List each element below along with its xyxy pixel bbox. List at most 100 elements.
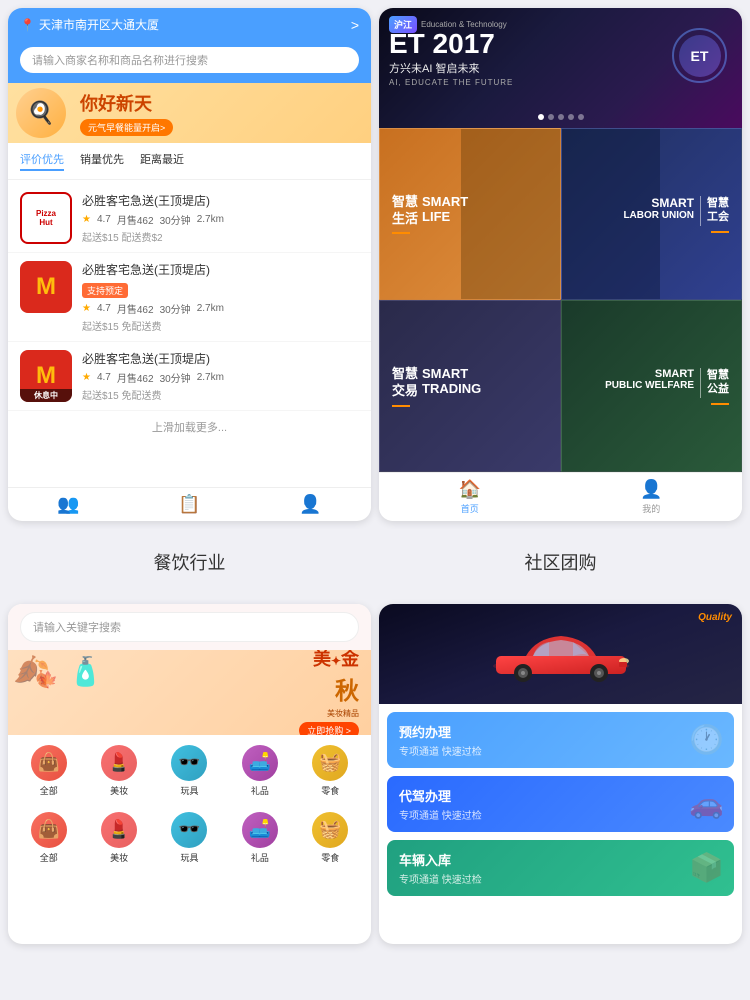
- card-divider: [700, 196, 701, 226]
- sort-tab-distance[interactable]: 距离最近: [140, 151, 184, 171]
- toys-icon: 🕶️: [171, 745, 207, 781]
- sort-tab-rating[interactable]: 评价优先: [20, 151, 64, 171]
- nav-item-profile[interactable]: 👤: [250, 494, 371, 515]
- nav-item-home[interactable]: 🏠 首页: [379, 479, 561, 515]
- monthly-sales: 月售462: [117, 212, 154, 227]
- delivery-fee: 起送$15 免配送费: [82, 387, 359, 402]
- food-banner-title: 你好新天: [80, 90, 173, 116]
- rating-value: 4.7: [97, 303, 111, 314]
- food-search-bar: 请输入商家名称和商品名称进行搜索: [8, 41, 371, 83]
- location-arrow-icon[interactable]: >: [351, 17, 359, 33]
- food-banner-image: 🍳: [16, 88, 66, 138]
- smart-life-card[interactable]: 智慧 生活 SMART LIFE: [379, 128, 561, 300]
- icon-food-2[interactable]: 🧺 零食: [298, 812, 363, 864]
- trading-en2: TRADING: [422, 381, 481, 396]
- smart-welfare-card[interactable]: SMART PUBLIC WELFARE 智慧 公益: [561, 300, 743, 472]
- card-underline: [711, 231, 729, 233]
- labor-zh: 智慧: [707, 196, 729, 210]
- service-content: 预约办理 专项通道 快速过检: [399, 722, 722, 758]
- icon-food[interactable]: 🧺 零食: [298, 745, 363, 797]
- rating-stars: ★: [82, 372, 91, 383]
- card-zh-label: 智慧 工会: [707, 196, 729, 225]
- nav-item-me[interactable]: 👤 我的: [561, 479, 743, 515]
- driver-icon: 🚗: [689, 787, 724, 820]
- icon-all-label: 全部: [40, 784, 58, 797]
- restaurant-name: 必胜客宅急送(王顶堤店): [82, 350, 359, 367]
- appointment-icon: 🕐: [689, 723, 724, 756]
- trading-zh: 智慧: [392, 366, 418, 383]
- dot-4: [568, 114, 574, 120]
- delivery-fee: 起送$15 免配送费: [82, 318, 359, 333]
- restaurant-logo: M: [20, 261, 72, 313]
- restaurant-logo: PizzaHut: [20, 192, 72, 244]
- nav-item-nearby[interactable]: 👥: [8, 494, 129, 515]
- smart-life-zh: 智慧: [392, 194, 418, 211]
- card-content: 智慧 交易 SMART TRADING: [380, 301, 560, 471]
- restaurant-item[interactable]: PizzaHut 必胜客宅急送(王顶堤店) ★ 4.7 月售462 30分钟 2…: [8, 184, 371, 253]
- service-item-appointment[interactable]: 预约办理 专项通道 快速过检 🕐: [387, 712, 734, 768]
- me-icon: 👤: [640, 479, 662, 500]
- icon-food-label-2: 零食: [321, 851, 339, 864]
- smart-cards-grid: 智慧 生活 SMART LIFE: [379, 128, 742, 472]
- welfare-zh: 智慧: [707, 368, 729, 382]
- restaurant-meta: ★ 4.7 月售462 30分钟 2.7km: [82, 212, 359, 227]
- icon-all-2[interactable]: 👜 全部: [16, 812, 81, 864]
- shop-search-input[interactable]: 请输入关键字搜索: [20, 612, 359, 642]
- restaurant-name: 必胜客宅急送(王顶堤店): [82, 261, 359, 278]
- card-en-label: SMART LABOR UNION: [623, 196, 694, 221]
- labor-zh2: 工会: [707, 210, 729, 224]
- icon-makeup-label-2: 美妆: [110, 851, 128, 864]
- service-list: 预约办理 专项通道 快速过检 🕐 代驾办理 专项通道 快速过检 🚗 车辆入库 专…: [379, 704, 742, 944]
- smart-trading-card[interactable]: 智慧 交易 SMART TRADING: [379, 300, 561, 472]
- service-item-driver[interactable]: 代驾办理 专项通道 快速过检 🚗: [387, 776, 734, 832]
- icon-gifts-label-2: 礼品: [251, 851, 269, 864]
- card-content: SMART LABOR UNION 智慧 工会: [562, 129, 742, 299]
- food-search-input[interactable]: 请输入商家名称和商品名称进行搜索: [20, 47, 359, 73]
- card-underline: [392, 405, 410, 407]
- banner-decoration2: 🍁: [38, 670, 58, 690]
- nav-item-orders[interactable]: 📋: [129, 494, 250, 515]
- service-phone: Quality: [379, 604, 742, 944]
- shop-icons-row1: 👜 全部 💄 美妆 🕶️ 玩具 🛋️ 礼品 🧺 零食: [8, 735, 371, 802]
- restaurant-item[interactable]: M 必胜客宅急送(王顶堤店) 支持预定 ★ 4.7 月售462 30分钟 2.7…: [8, 253, 371, 342]
- service-sub: 专项通道 快速过检: [399, 807, 722, 822]
- delivery-fee: 起送$15 配送费$2: [82, 229, 359, 244]
- all-icon: 👜: [31, 745, 67, 781]
- icon-toys[interactable]: 🕶️ 玩具: [157, 745, 222, 797]
- restaurant-item[interactable]: M 休息中 必胜客宅急送(王顶堤店) ★ 4.7 月售462 30分钟 2.7k…: [8, 342, 371, 411]
- icon-all[interactable]: 👜 全部: [16, 745, 81, 797]
- icon-gifts-label: 礼品: [251, 784, 269, 797]
- card-underline: [711, 403, 729, 405]
- load-more-text[interactable]: 上滑加载更多...: [8, 411, 371, 443]
- smart-labor-card[interactable]: SMART LABOR UNION 智慧 工会: [561, 128, 743, 300]
- orders-icon: 📋: [178, 494, 200, 515]
- home-label: 首页: [461, 502, 479, 515]
- sort-tab-sales[interactable]: 销量优先: [80, 151, 124, 171]
- delivery-time: 30分钟: [160, 370, 191, 385]
- label-food-industry: 餐饮行业: [8, 529, 371, 595]
- storage-icon: 📦: [689, 851, 724, 884]
- booking-badge: 支持预定: [82, 283, 128, 298]
- restaurant-info: 必胜客宅急送(王顶堤店) 支持预定 ★ 4.7 月售462 30分钟 2.7km…: [82, 261, 359, 333]
- et-circle-text: ET: [679, 35, 721, 77]
- icon-gifts-2[interactable]: 🛋️ 礼品: [227, 812, 292, 864]
- icon-makeup[interactable]: 💄 美妆: [86, 745, 151, 797]
- welfare-en: SMART: [605, 368, 694, 380]
- service-item-storage[interactable]: 车辆入库 专项通道 快速过检 📦: [387, 840, 734, 896]
- food-sort-tabs: 评价优先 销量优先 距离最近: [8, 143, 371, 180]
- delivery-distance: 2.7km: [197, 372, 224, 383]
- welfare-zh2: 公益: [707, 382, 729, 396]
- icon-gifts[interactable]: 🛋️ 礼品: [227, 745, 292, 797]
- icon-makeup-2[interactable]: 💄 美妆: [86, 812, 151, 864]
- icon-toys-2[interactable]: 🕶️ 玩具: [157, 812, 222, 864]
- dot-5: [578, 114, 584, 120]
- car-banner: Quality: [379, 604, 742, 704]
- banner-cta[interactable]: 立即抢购 >: [299, 722, 359, 735]
- trading-en: SMART: [422, 366, 481, 381]
- service-title: 代驾办理: [399, 786, 722, 805]
- service-sub: 专项通道 快速过检: [399, 743, 722, 758]
- icon-makeup-label: 美妆: [110, 784, 128, 797]
- card-underline: [392, 232, 410, 234]
- location-display[interactable]: 📍 天津市南开区大通大厦: [20, 16, 159, 33]
- food-banner-cta[interactable]: 元气早餐能量开启>: [80, 119, 173, 136]
